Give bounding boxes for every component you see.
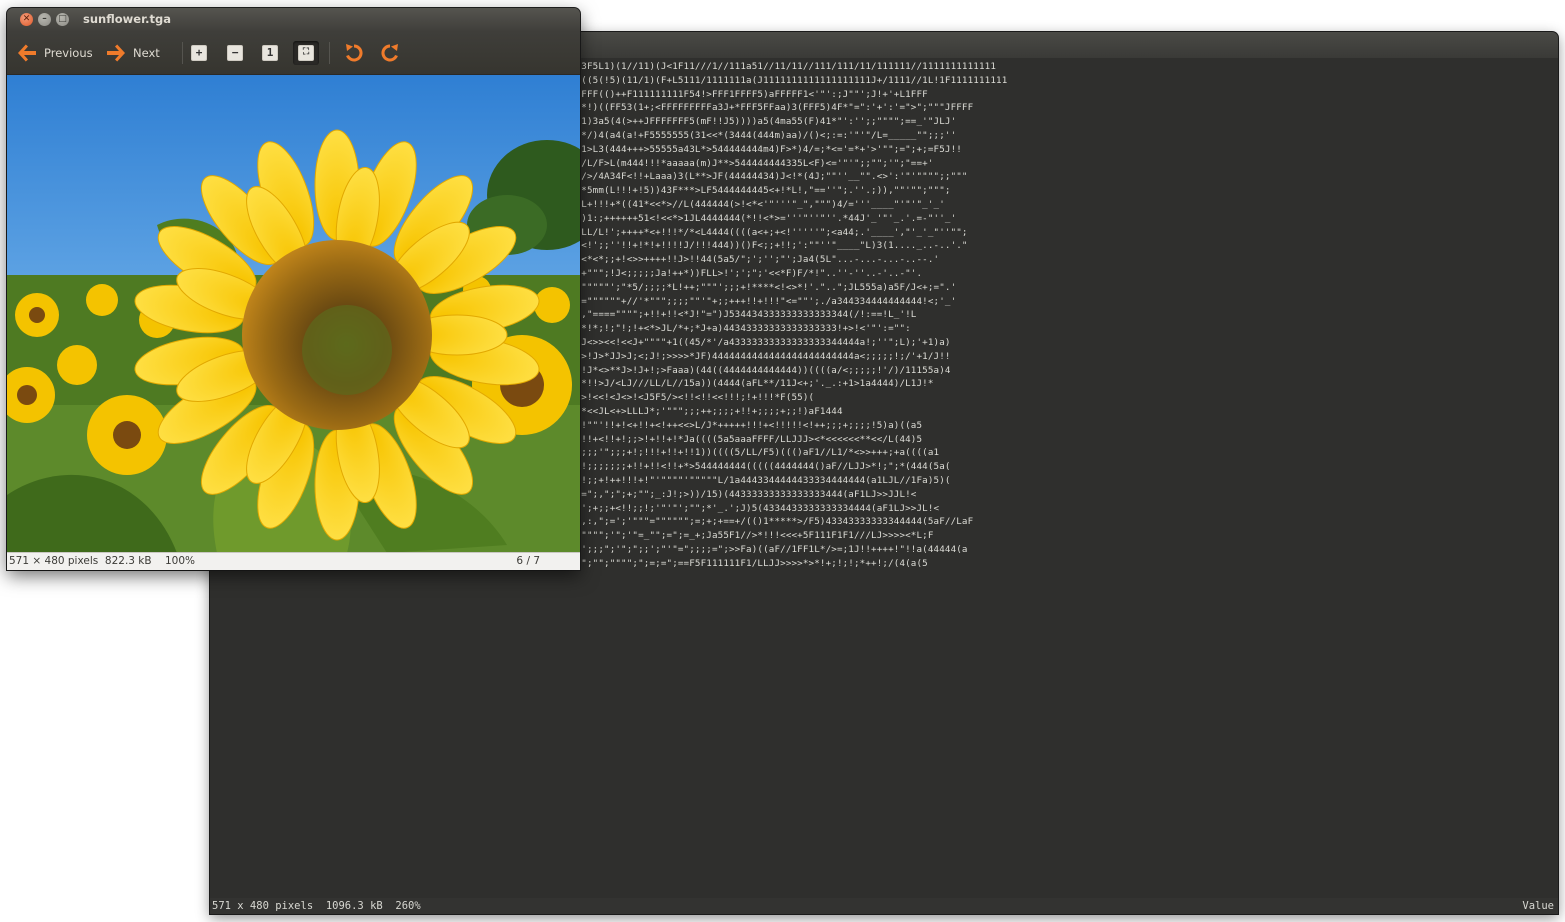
previous-button[interactable]: Previous — [16, 41, 93, 65]
zoom-in-button[interactable]: + — [186, 41, 212, 65]
image-statusbar: 571 × 480 pixels 822.3 kB 100% 6 / 7 — [7, 552, 580, 570]
sunflower-photo-svg — [7, 75, 580, 553]
normal-size-button[interactable]: 1 — [257, 41, 283, 65]
rotate-left-icon — [346, 44, 363, 62]
ascii-status-info: 571 x 480 pixels 1096.3 kB 260% — [212, 898, 421, 914]
image-status-size: 822.3 kB — [104, 555, 152, 567]
ascii-status-value-label: Value — [1522, 900, 1554, 912]
toolbar-separator — [182, 42, 183, 64]
next-button[interactable]: Next — [105, 41, 160, 65]
best-fit-button[interactable]: ⛶ — [293, 41, 319, 65]
ascii-statusbar: 571 x 480 pixels 1096.3 kB 260% Value — [210, 898, 1558, 914]
zoom-out-icon: − — [227, 45, 243, 61]
image-status-dimensions: 571 × 480 pixels — [9, 555, 99, 567]
image-viewer-window: ✕ – □ sunflower.tga Previous Next + − 1 — [7, 8, 580, 570]
sunflower-image[interactable] — [7, 75, 580, 553]
window-maximize-button[interactable]: □ — [56, 13, 69, 26]
rotate-right-button[interactable] — [377, 41, 403, 65]
window-title: sunflower.tga — [83, 12, 171, 26]
rotate-left-button[interactable] — [341, 41, 367, 65]
ascii-status-dimensions: 571 x 480 pixels — [212, 900, 314, 912]
next-label: Next — [133, 46, 160, 60]
window-minimize-button[interactable]: – — [38, 13, 51, 26]
zoom-in-icon: + — [191, 45, 207, 61]
image-toolbar: Previous Next + − 1 ⛶ — [7, 32, 580, 75]
ascii-status-zoom: 260% — [395, 900, 421, 912]
arrow-right-icon — [107, 44, 125, 62]
window-close-button[interactable]: ✕ — [20, 13, 33, 26]
normal-size-icon: 1 — [262, 45, 278, 61]
image-status-info: 571 × 480 pixels 822.3 kB 100% — [9, 553, 195, 570]
image-status-zoom: 100% — [164, 555, 195, 567]
zoom-out-button[interactable]: − — [222, 41, 248, 65]
image-status-position: 6 / 7 — [516, 555, 540, 567]
previous-label: Previous — [44, 46, 93, 60]
ascii-status-size: 1096.3 kB — [325, 900, 383, 912]
rotate-right-icon — [381, 44, 398, 62]
toolbar-separator-2 — [329, 42, 330, 64]
best-fit-icon: ⛶ — [298, 45, 314, 61]
image-window-titlebar[interactable]: ✕ – □ sunflower.tga — [7, 8, 580, 32]
arrow-left-icon — [18, 44, 36, 62]
